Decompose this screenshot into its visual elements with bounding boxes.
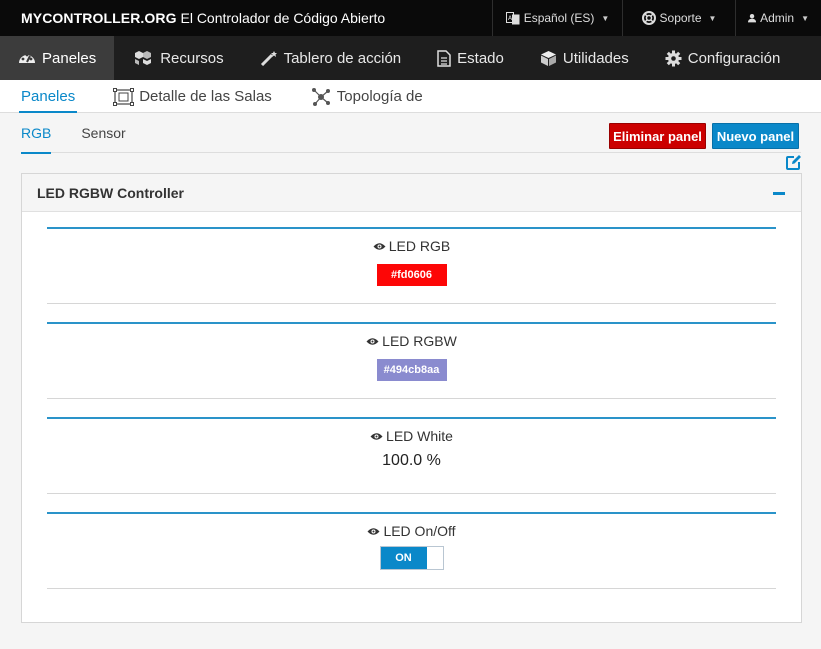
box-icon [540, 50, 556, 66]
user-dropdown[interactable]: Admin ▼ [735, 0, 821, 36]
item-label-row: LED White [47, 428, 776, 444]
widget-item-led-onoff: LED On/Off ON [47, 512, 776, 589]
widget-item-led-white: LED White 100.0 % [47, 417, 776, 494]
on-off-toggle[interactable]: ON [379, 546, 444, 570]
cubes-icon [135, 51, 152, 65]
nav-label: Estado [457, 49, 504, 67]
subnav-topologia[interactable]: Topología de [310, 80, 423, 113]
top-bar: MYCONTROLLER.ORG El Controlador de Códig… [0, 0, 821, 36]
dashboard-tabs: RGB Sensor Eliminar panel Nuevo panel [21, 113, 801, 154]
support-label: Soporte [659, 11, 702, 25]
brand[interactable]: MYCONTROLLER.ORG El Controlador de Códig… [0, 10, 385, 26]
item-label-row: LED RGB [47, 238, 776, 254]
toggle-on-label: ON [380, 547, 427, 569]
lifebuoy-icon [641, 11, 656, 25]
language-icon: A [505, 11, 520, 24]
new-panel-button[interactable]: Nuevo panel [712, 123, 799, 149]
subnav-label: Topología de [336, 88, 423, 105]
rooms-icon [113, 87, 135, 106]
magic-wand-icon [260, 51, 277, 66]
eye-icon[interactable] [367, 527, 380, 536]
color-picker[interactable]: #fd0606 [376, 264, 447, 286]
color-picker[interactable]: #494cb8aa [376, 359, 447, 381]
nav-label: Configuración [687, 49, 781, 67]
panel-header: LED RGBW Controller [22, 174, 801, 212]
chevron-down-icon: ▼ [601, 13, 610, 23]
collapse-icon[interactable] [773, 192, 785, 195]
nav-paneles[interactable]: Paneles [0, 36, 115, 80]
language-label: Español (ES) [523, 11, 595, 25]
panel-title: LED RGBW Controller [37, 184, 184, 201]
nav-estado[interactable]: Estado [419, 36, 522, 80]
nav-label: Utilidades [562, 49, 629, 67]
nav-utilidades[interactable]: Utilidades [522, 36, 647, 80]
item-label-row: LED On/Off [47, 523, 776, 539]
language-dropdown[interactable]: A Español (ES) ▼ [492, 0, 622, 36]
item-label: LED RGBW [382, 333, 457, 349]
brand-name: MYCONTROLLER.ORG [21, 10, 177, 26]
widget-item-led-rgbw: LED RGBW #494cb8aa [47, 322, 776, 399]
document-icon [437, 49, 451, 67]
subnav-label: Detalle de las Salas [139, 88, 272, 105]
edit-icon[interactable] [785, 154, 802, 171]
chevron-down-icon: ▼ [801, 13, 809, 23]
tab-rgb[interactable]: RGB [21, 113, 52, 154]
tab-sensor[interactable]: Sensor [81, 113, 125, 153]
item-label: LED White [386, 428, 453, 444]
nav-label: Paneles [42, 49, 97, 67]
item-label: LED RGB [388, 238, 451, 254]
eye-icon[interactable] [373, 242, 386, 251]
nav-configuracion[interactable]: Configuración [647, 36, 799, 80]
brand-tagline: El Controlador de Código Abierto [180, 10, 386, 26]
subnav-detalle-salas[interactable]: Detalle de las Salas [113, 80, 272, 113]
subnav-label: Paneles [21, 88, 76, 105]
subnav-paneles[interactable]: Paneles [18, 80, 78, 113]
eye-icon[interactable] [370, 432, 383, 441]
sub-nav: Paneles Detalle de las Salas Topología d… [0, 80, 821, 113]
item-label-row: LED RGBW [47, 333, 776, 349]
eye-icon[interactable] [366, 337, 379, 346]
dashboard-icon [19, 53, 35, 63]
nav-recursos[interactable]: Recursos [114, 36, 241, 80]
support-dropdown[interactable]: Soporte ▼ [622, 0, 735, 36]
widget-panel: LED RGBW Controller LED RGB #fd0606 LED … [21, 173, 802, 623]
nav-tablero[interactable]: Tablero de acción [242, 36, 420, 80]
user-icon [748, 13, 757, 23]
item-value[interactable]: 100.0 % [47, 452, 776, 470]
delete-panel-button[interactable]: Eliminar panel [609, 123, 706, 149]
topology-icon [311, 87, 330, 106]
nav-label: Recursos [160, 49, 224, 67]
main-nav: Paneles Recursos Tablero de acción Estad… [0, 36, 821, 80]
chevron-down-icon: ▼ [708, 13, 717, 23]
nav-label: Tablero de acción [283, 49, 402, 67]
user-label: Admin [760, 11, 795, 25]
widget-item-led-rgb: LED RGB #fd0606 [47, 227, 776, 304]
item-label: LED On/Off [383, 523, 456, 539]
gear-icon [665, 50, 682, 66]
